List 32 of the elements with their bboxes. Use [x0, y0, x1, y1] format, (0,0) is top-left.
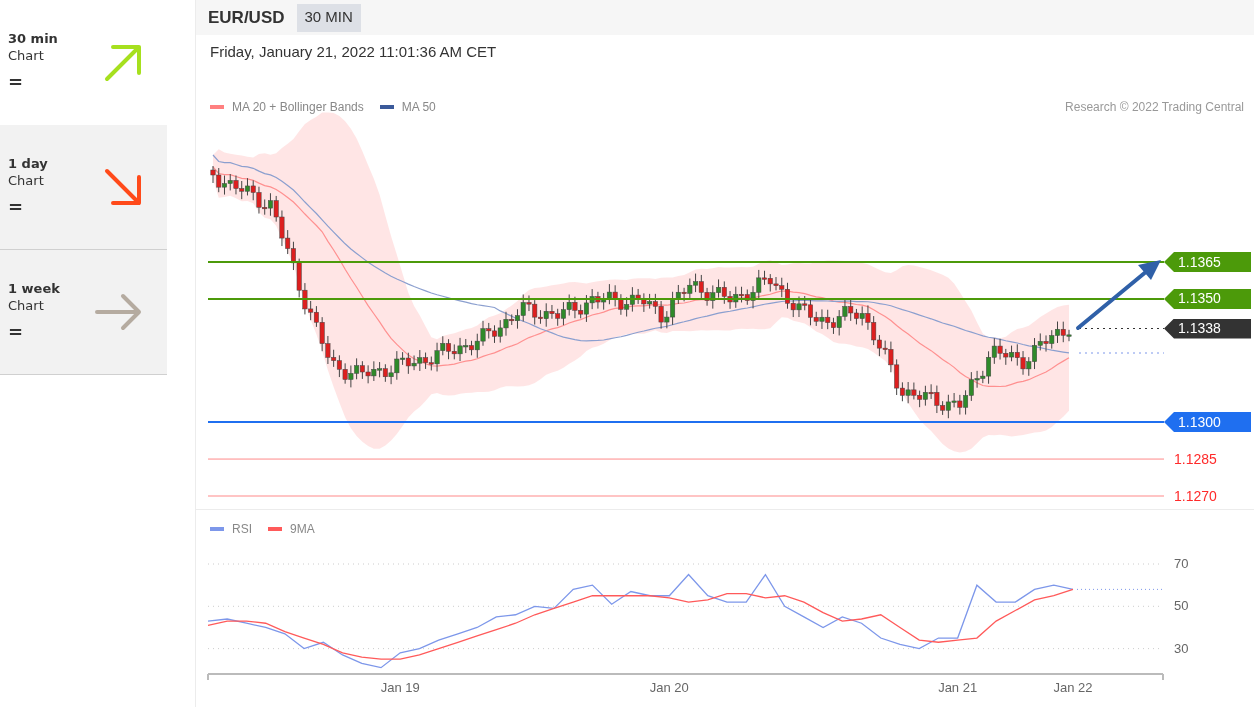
trend-sign: = [8, 70, 25, 94]
symbol-title: EUR/USD [208, 6, 285, 29]
timeframe-item[interactable]: 1 day Chart = [0, 125, 167, 250]
price-level-label: 1.1270 [1174, 487, 1217, 505]
price-tag: 1.1350 [1164, 288, 1251, 309]
chart-label: Chart [8, 171, 45, 189]
y-tick-label: 30 [1174, 640, 1189, 656]
trend-sign: = [8, 194, 25, 219]
trend-sign: = [8, 319, 25, 344]
x-tick-label: Jan 19 [380, 680, 420, 695]
x-tick-label: Jan 21 [938, 680, 978, 695]
price-tag: 1.1338 [1164, 318, 1251, 339]
price-level-label: 1.1285 [1174, 450, 1217, 469]
credit-text: Research © 2022 Trading Central [1065, 98, 1244, 116]
price-tag: 1.1300 [1164, 412, 1251, 433]
timeframe-tag: 30 MIN [296, 3, 361, 32]
chart-label: Chart [8, 296, 45, 314]
legend-label: MA 50 [401, 98, 436, 116]
x-tick-label: Jan 20 [649, 680, 689, 695]
price-tag: 1.1365 [1164, 252, 1251, 272]
period-label: 1 day [8, 154, 48, 172]
legend-label: 9MA [290, 521, 315, 538]
chart-label: Chart [8, 47, 45, 64]
period-label: 30 min [8, 30, 58, 47]
y-tick-label: 70 [1174, 556, 1189, 571]
y-tick-label: 50 [1174, 598, 1189, 614]
x-tick-label: Jan 22 [1053, 680, 1093, 695]
legend-label: RSI [232, 521, 252, 538]
timestamp: Friday, January 21, 2022 11:01:36 AM CET [210, 42, 498, 62]
timeframe-item[interactable]: 1 week Chart = [0, 250, 167, 375]
legend-label: MA 20 + Bollinger Bands [232, 98, 364, 116]
period-label: 1 week [8, 279, 60, 297]
